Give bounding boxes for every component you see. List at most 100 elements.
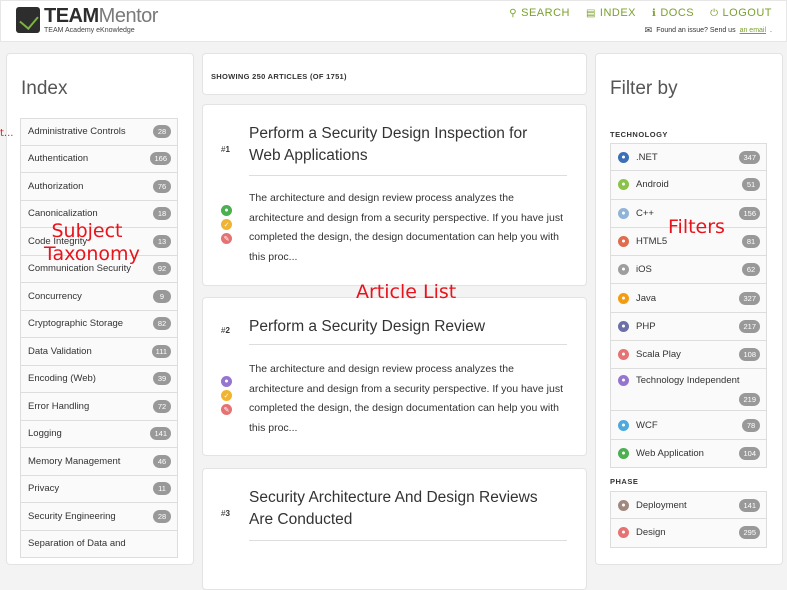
index-item[interactable]: Memory Management 46 [20,448,178,476]
filter-item[interactable]: ● iOS 62 [610,256,767,285]
article-number: #1 [221,145,230,154]
filter-item[interactable]: ● PHP 217 [610,312,767,342]
folder-icon: ▤ [585,7,596,19]
technology-label: TECHNOLOGY [610,130,668,139]
count-badge: 217 [739,319,760,333]
article-tags: ● ✓ ✎ [221,376,232,415]
logo-title: TEAMMentor [44,5,158,27]
android-icon: ● [618,179,629,191]
filter-item[interactable]: ● WCF 78 [610,411,767,440]
article-title[interactable]: Perform a Security Design Inspection for… [249,123,549,167]
count-badge: 39 [153,372,171,386]
count-badge: 51 [742,178,760,192]
index-item-label: Memory Management [28,455,121,467]
index-item[interactable]: Data Validation 111 [20,338,178,366]
index-item[interactable]: Concurrency 9 [20,283,178,311]
filter-title: Filter by [610,78,678,99]
filter-panel: Filter by TECHNOLOGY ● .NET 347 ● Android 51 ●… [595,53,783,565]
index-item[interactable]: Separation of Data and [20,530,178,558]
index-item[interactable]: Encoding (Web) 39 [20,365,178,393]
count-badge: 11 [153,482,171,496]
index-item[interactable]: Authentication 166 [20,145,178,173]
count-badge: 28 [153,509,171,523]
tech-independent-icon: ● [221,376,232,387]
count-badge: 81 [742,235,760,249]
filter-item[interactable]: ● Android 51 [610,171,767,200]
count-badge: 156 [739,206,760,220]
article-title[interactable]: Perform a Security Design Review [249,316,579,338]
article-divider [249,175,567,176]
count-badge: 82 [153,317,171,331]
index-item-label: Data Validation [28,345,92,357]
article-card[interactable]: #3 Security Architecture And Design Revi… [202,468,587,590]
count-badge: 46 [153,454,171,468]
index-item-label: Cryptographic Storage [28,318,124,330]
annotation-article-list: Article List [356,281,457,303]
index-item[interactable]: Privacy 11 [20,475,178,503]
count-badge: 141 [739,498,760,512]
index-item[interactable]: Security Engineering 28 [20,503,178,531]
showing-bar: SHOWING 250 ARTICLES (OF 1751) [202,53,587,95]
index-item[interactable]: Cryptographic Storage 82 [20,310,178,338]
article-card[interactable]: #2 Perform a Security Design Review ● ✓ … [202,297,587,456]
nav-search[interactable]: ⚲ SEARCH [509,7,570,19]
html5-icon: ● [618,236,629,248]
count-badge: 347 [739,150,760,164]
filter-item[interactable]: ● Deployment 141 [610,491,767,520]
article-divider [249,344,567,345]
logo-subtitle: TEAM Academy eKnowledge [44,27,135,34]
count-badge: 166 [150,152,171,166]
nav-index[interactable]: ▤ INDEX [586,7,636,19]
issue-report: ✉ Found an issue? Send us an email. [644,25,772,35]
annotation-subject-taxonomy: Subject Taxonomy [44,220,140,265]
index-item-label: Canonicalization [28,208,98,220]
article-number: #3 [221,509,230,518]
count-badge: 104 [739,446,760,460]
index-item-label: Separation of Data and [28,538,126,550]
technology-filter-list: ● .NET 347 ● Android 51 ● C++ 156 ● HTML5 81 ● iOS 62 ●… [610,143,767,468]
index-item-label: Security Engineering [28,510,116,522]
wcf-icon: ● [618,419,629,431]
power-icon: ⏻ [710,7,719,19]
envelope-icon: ✉ [644,25,653,35]
filter-item[interactable]: ● Design 295 [610,519,767,548]
design-icon: ✎ [221,233,232,244]
phase-label: PHASE [610,477,639,486]
scala-icon: ● [618,349,629,361]
filter-item[interactable]: ● .NET 347 [610,143,767,172]
filter-item[interactable]: ● Technology Independent 219 [610,369,767,412]
count-badge: 78 [742,418,760,432]
nav-logout[interactable]: ⏻ LOGOUT [710,7,772,19]
index-item[interactable]: Administrative Controls 28 [20,118,178,146]
article-description: The architecture and design review proce… [249,192,563,263]
filter-item[interactable]: ● Web Application 104 [610,439,767,468]
index-item-label: Privacy [28,483,60,495]
index-item[interactable]: Error Handling 72 [20,393,178,421]
apple-icon: ● [618,264,629,276]
index-item-label: Concurrency [28,290,82,302]
phase-filter-list: ● Deployment 141 ● Design 295 [610,491,767,548]
count-badge: 18 [153,207,171,221]
php-icon: ● [618,320,629,332]
article-card[interactable]: #1 Perform a Security Design Inspection … [202,104,587,286]
email-link[interactable]: an email [740,27,766,34]
top-bar: TEAMMentor TEAM Academy eKnowledge ⚲ SEA… [0,0,787,42]
deployment-icon: ● [618,499,629,511]
count-badge: 219 [739,393,760,407]
count-badge: 13 [153,234,171,248]
filter-item[interactable]: ● Scala Play 108 [610,341,767,370]
index-item[interactable]: Authorization 76 [20,173,178,201]
count-badge: 76 [153,179,171,193]
article-divider [249,540,567,541]
teammentor-logo[interactable]: TEAMMentor TEAM Academy eKnowledge [16,5,158,35]
nav-docs[interactable]: ℹ DOCS [652,7,694,19]
index-item-label: Administrative Controls [28,126,126,138]
count-badge: 92 [153,262,171,276]
count-badge: 295 [739,526,760,540]
count-badge: 9 [153,289,171,303]
index-panel: Index Administrative Controls 28 Authentic… [6,53,194,565]
filter-item[interactable]: ● Java 327 [610,284,767,313]
index-item[interactable]: Logging 141 [20,420,178,448]
article-title[interactable]: Security Architecture And Design Reviews… [249,487,549,531]
logo-check-icon [16,7,40,33]
